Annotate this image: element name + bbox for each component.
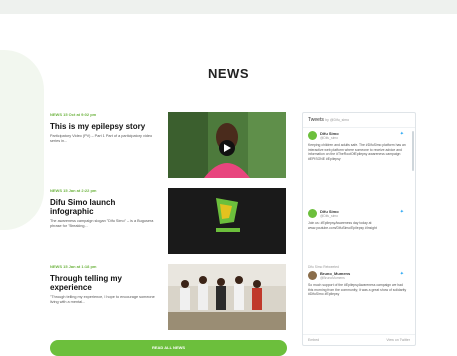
read-all-news-button[interactable]: READ ALL NEWS [50,340,287,356]
tweet-handle: @Difu_simo [320,136,339,140]
news-item[interactable]: NEWS 15 Oct at 9:02 pm This is my epilep… [50,112,292,178]
news-headline[interactable]: Difu Simo launch infographic [50,198,160,216]
scrollbar[interactable] [412,131,414,171]
news-excerpt: Participatory Video (PV) – Part 1 Part o… [50,134,153,143]
news-item[interactable]: NEWS 15 Jan at 2:22 pm Difu Simo launch … [50,188,292,254]
view-on-twitter-link[interactable]: View on Twitter [386,338,410,342]
tweet-text: Keeping children and adults safe. The #D… [308,143,406,161]
group-photo[interactable] [168,264,286,330]
news-item[interactable]: NEWS 15 Jan at 1:18 pm Through telling m… [50,264,292,330]
tweet-text: So much support of the #EpilepsyAwarenes… [308,283,407,297]
twitter-bird-icon: ✦ [399,209,404,215]
retweet-label: Difu Simo Retweeted [308,265,339,269]
news-excerpt: "Through telling my experience, I hope t… [50,295,155,304]
tweet[interactable]: ✦ Difu Simo @Difu_simo Join us: #Epileps… [308,209,408,230]
section-title: NEWS [208,66,249,81]
tweet[interactable]: Difu Simo Retweeted ✦ Bruno_Mumens @Brun… [308,265,408,297]
top-bar [0,0,457,14]
twitter-widget-footer: Embed View on Twitter [303,334,415,345]
tweet-handle: @BrunoMumens [320,276,345,280]
infographic-thumbnail[interactable] [168,188,286,254]
twitter-by: by @Difu_simo [325,118,350,122]
tweet[interactable]: ✦ Difu Simo @Difu_simo Keeping children … [308,131,408,161]
avatar [308,131,317,140]
twitter-bird-icon: ✦ [399,271,404,277]
tweet-text: Join us: #EpilepsyAwareness day today at… [308,221,377,230]
news-headline[interactable]: This is my epilepsy story [50,122,160,131]
video-thumbnail[interactable] [168,112,286,178]
embed-link[interactable]: Embed [308,338,319,342]
news-excerpt: The awareness campaign slogan "Difu Simo… [50,219,154,228]
avatar [308,209,317,218]
twitter-widget[interactable]: Tweets by @Difu_simo ✦ Difu Simo @Difu_s… [302,112,416,346]
twitter-widget-header: Tweets by @Difu_simo [303,113,415,128]
news-headline[interactable]: Through telling my experience [50,274,160,292]
twitter-bird-icon: ✦ [399,131,404,137]
tweet-handle: @Difu_simo [320,214,339,218]
twitter-title: Tweets [308,117,324,123]
avatar [308,271,317,280]
